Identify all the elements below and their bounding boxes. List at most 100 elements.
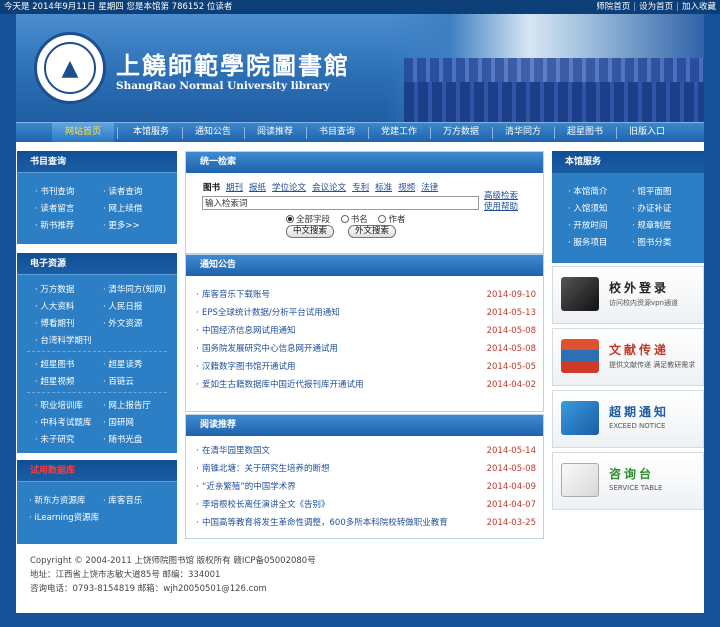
catalog-link-newbooks[interactable]: 新书推荐 — [35, 219, 74, 231]
reading-item[interactable]: “近亲繁殖”的中国学术界 2014-04-09 — [196, 480, 536, 494]
search-links: 高级检索 使用帮助 — [484, 191, 518, 213]
nav-wanfang[interactable]: 万方数据 — [430, 123, 492, 142]
eres-zhuzi[interactable]: 未子研究 — [35, 433, 74, 445]
search-help-link[interactable]: 使用帮助 — [484, 202, 518, 212]
reading-item[interactable]: 李培根校长离任演讲全文《告别》 2014-04-07 — [196, 498, 536, 512]
nav-superstar[interactable]: 超星图书 — [554, 123, 616, 142]
notice-title[interactable]: 库客音乐下载账号 — [196, 288, 270, 302]
eres-foreign[interactable]: 外文资源 — [103, 317, 142, 329]
eres-renda[interactable]: 人大资料 — [35, 300, 74, 312]
notice-item[interactable]: EPS全球统计数据/分析平台试用通知 2014-05-13 — [196, 306, 536, 320]
svc-items[interactable]: 服务项目 — [568, 236, 607, 248]
svc-regulations[interactable]: 规章制度 — [632, 219, 671, 231]
cat-theses[interactable]: 学位论文 — [272, 183, 306, 193]
eres-cnki[interactable]: 清华同方(知网) — [103, 283, 166, 295]
reading-item[interactable]: 南锥北塘：关于研究生培养的断想 2014-05-08 — [196, 462, 536, 476]
cat-conference[interactable]: 会议论文 — [312, 183, 346, 193]
reading-title-link[interactable]: “近亲繁殖”的中国学术界 — [196, 480, 296, 494]
notice-item[interactable]: 库客音乐下载账号 2014-09-10 — [196, 288, 536, 302]
reading-box: 阅读推荐 在清华园里数国文 2014-05-14 南锥北塘：关于研究生培养的断想 2… — [185, 414, 544, 539]
add-favorite-link[interactable]: 加入收藏 — [682, 2, 716, 12]
trial-kuke[interactable]: 库客音乐 — [103, 494, 142, 506]
cat-journals[interactable]: 期刊 — [226, 183, 243, 193]
nav-notices[interactable]: 通知公告 — [182, 123, 244, 142]
eres-wanfang[interactable]: 万方数据 — [35, 283, 74, 295]
eres-training[interactable]: 职业培训库 — [35, 399, 83, 411]
school-home-link[interactable]: 师院首页 — [596, 2, 630, 12]
reading-item[interactable]: 在清华园里数国文 2014-05-14 — [196, 444, 536, 458]
chinese-search-button[interactable]: 中文搜索 — [286, 225, 334, 238]
page-container: ▲ 上饒師範學院圖書館 ShangRao Normal University l… — [16, 14, 704, 613]
notice-title[interactable]: EPS全球统计数据/分析平台试用通知 — [196, 306, 340, 320]
catalog-link-renew[interactable]: 网上续借 — [103, 202, 142, 214]
foreign-search-button[interactable]: 外文搜索 — [348, 225, 396, 238]
notice-item[interactable]: 爱如生古籍数据库中国近代报刊库开通试用 2014-04-02 — [196, 378, 536, 392]
nav-reading[interactable]: 阅读推荐 — [244, 123, 306, 142]
notice-title[interactable]: 国务院发展研究中心信息网开通试用 — [196, 342, 338, 356]
reading-title-link[interactable]: 中国高等教育将发生革命性调整，600多所本科院校转做职业教育 — [196, 516, 448, 530]
cat-patents[interactable]: 专利 — [352, 183, 369, 193]
svc-classification[interactable]: 图书分类 — [632, 236, 671, 248]
catalog-link-more[interactable]: 更多>> — [103, 219, 139, 231]
notice-item[interactable]: 国务院发展研究中心信息网开通试用 2014-05-08 — [196, 342, 536, 356]
search-input[interactable] — [202, 196, 479, 210]
eres-taiwan[interactable]: 台湾科学期刊 — [35, 334, 91, 346]
svc-card[interactable]: 办证补证 — [632, 202, 671, 214]
radio-all-fields[interactable] — [286, 215, 294, 223]
svc-intro[interactable]: 本馆简介 — [568, 185, 607, 197]
notice-item[interactable]: 中国经济信息网试用通知 2014-05-08 — [196, 324, 536, 338]
cat-books[interactable]: 图书 — [203, 183, 220, 193]
overdue-notice-sub: EXCEED NOTICE — [609, 422, 666, 430]
eres-drcnet[interactable]: 国研网 — [103, 416, 134, 428]
radio-author-label: 作者 — [388, 215, 406, 225]
vpn-login-card[interactable]: 校外登录 访问校内资源vpn通道 — [552, 266, 704, 324]
nav-services[interactable]: 本馆服务 — [120, 123, 182, 142]
cat-law[interactable]: 法律 — [421, 183, 438, 193]
notice-item[interactable]: 汉籍数字图书馆开通试用 2014-05-05 — [196, 360, 536, 374]
advanced-search-link[interactable]: 高级检索 — [484, 191, 518, 201]
eres-cd[interactable]: 随书光盘 — [103, 433, 142, 445]
eres-bookan[interactable]: 博看期刊 — [35, 317, 74, 329]
eres-bailian[interactable]: 百链云 — [103, 375, 134, 387]
eres-lecture-hall[interactable]: 网上报告厅 — [103, 399, 151, 411]
set-homepage-link[interactable]: 设为首页 — [639, 2, 673, 12]
nav-party[interactable]: 党建工作 — [368, 123, 430, 142]
cat-standards[interactable]: 标准 — [375, 183, 392, 193]
notice-title[interactable]: 爱如生古籍数据库中国近代报刊库开通试用 — [196, 378, 363, 392]
reading-title-link[interactable]: 李培根校长离任演讲全文《告别》 — [196, 498, 329, 512]
reading-title-link[interactable]: 在清华园里数国文 — [196, 444, 270, 458]
radio-title-label: 书名 — [350, 215, 368, 225]
service-table-card[interactable]: 咨询台 SERVICE TABLE — [552, 452, 704, 510]
eres-exam-bank[interactable]: 中科考试题库 — [35, 416, 91, 428]
nav-catalog[interactable]: 书目查询 — [306, 123, 368, 142]
eres-superstar-video[interactable]: 超星视频 — [35, 375, 74, 387]
svc-floorplan[interactable]: 馆平面图 — [632, 185, 671, 197]
radio-author[interactable] — [378, 215, 387, 223]
trial-ilearning[interactable]: iLearning资源库 — [29, 511, 99, 523]
notice-title[interactable]: 汉籍数字图书馆开通试用 — [196, 360, 295, 374]
catalog-link-message[interactable]: 读者留言 — [35, 202, 74, 214]
notice-date: 2014-05-13 — [486, 308, 536, 318]
svc-hours[interactable]: 开放时间 — [568, 219, 607, 231]
catalog-link-search[interactable]: 书刊查询 — [35, 185, 74, 197]
footer-copyright: Copyright © 2004-2011 上饶师院图书馆 版权所有 赣ICP备… — [30, 556, 316, 566]
cat-newspapers[interactable]: 报纸 — [249, 183, 266, 193]
reading-item[interactable]: 中国高等教育将发生革命性调整，600多所本科院校转做职业教育 2014-03-25 — [196, 516, 536, 530]
banner-seats — [404, 58, 704, 84]
eres-duxiu[interactable]: 超星读秀 — [103, 358, 142, 370]
reading-date: 2014-04-07 — [486, 500, 536, 510]
doc-delivery-card[interactable]: 文献传递 提供文献传递 满足教研需求 — [552, 328, 704, 386]
eres-peoples-daily[interactable]: 人民日报 — [103, 300, 142, 312]
nav-home[interactable]: 网站首页 — [52, 123, 114, 142]
trial-xdf[interactable]: 新东方资源库 — [29, 494, 85, 506]
nav-tsinghua[interactable]: 清华同方 — [492, 123, 554, 142]
svc-entry-rules[interactable]: 入馆须知 — [568, 202, 607, 214]
cat-videos[interactable]: 视频 — [398, 183, 415, 193]
reading-title-link[interactable]: 南锥北塘：关于研究生培养的断想 — [196, 462, 329, 476]
catalog-link-reader[interactable]: 读者查询 — [103, 185, 142, 197]
overdue-notice-card[interactable]: 超期通知 EXCEED NOTICE — [552, 390, 704, 448]
nav-old-version[interactable]: 旧版入口 — [616, 123, 678, 142]
notice-title[interactable]: 中国经济信息网试用通知 — [196, 324, 295, 338]
radio-title[interactable] — [340, 215, 349, 223]
eres-superstar-books[interactable]: 超星图书 — [35, 358, 74, 370]
